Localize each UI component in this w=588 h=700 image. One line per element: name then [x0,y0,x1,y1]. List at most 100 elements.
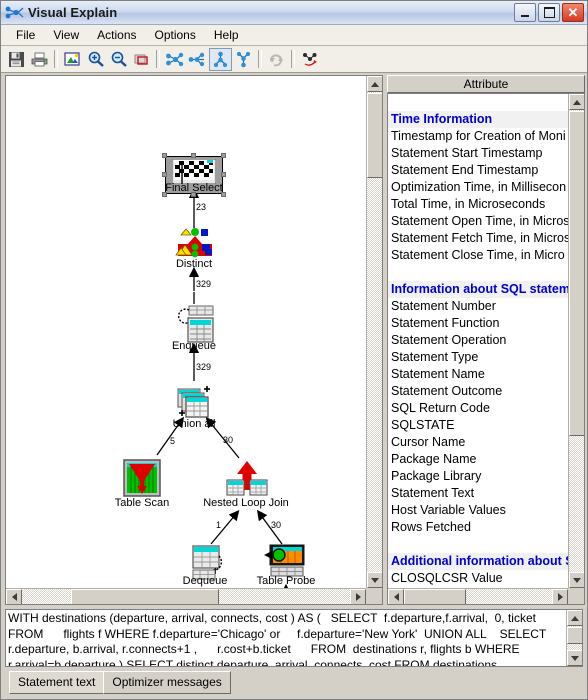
scroll-up-button[interactable] [367,76,382,92]
statement-text-panel[interactable]: WITH destinations (departure, arrival, c… [5,609,583,667]
list-item[interactable]: Timestamp for Creation of Moni [388,128,568,145]
close-icon: ✕ [567,5,579,20]
graph-vertical-scrollbar[interactable] [366,76,382,588]
resize-handle-e[interactable] [221,172,226,177]
list-item[interactable]: Optimization Time, in Millisecon [388,179,568,196]
toolbar-separator [54,50,58,68]
minimize-button[interactable] [514,3,536,22]
scroll-down-button[interactable] [367,572,382,588]
menu-item-help[interactable]: Help [205,26,248,44]
list-item[interactable]: SQLSTATE [388,417,568,434]
print-icon[interactable] [28,48,51,71]
scroll-up-button[interactable] [567,610,582,626]
list-item[interactable]: Total Time, in Microseconds [388,196,568,213]
resize-handle-s[interactable] [191,192,196,197]
list-item[interactable]: Statement Open Time, in Micros [388,213,568,230]
maximize-button[interactable] [538,3,560,22]
highlight-path-icon[interactable] [298,48,321,71]
scrollbar-corner [568,588,584,604]
statement-vertical-scroll-thumb[interactable] [567,627,582,644]
edge-label-tablescan-to-unionall: 5 [170,436,176,446]
scroll-up-button[interactable] [569,94,584,110]
list-item[interactable]: Statement Fetch Time, in Micros [388,230,568,247]
menu-item-options[interactable]: Options [146,26,205,44]
graph-horizontal-scroll-thumb[interactable] [71,589,219,604]
attribute-panel: Attribute Time Information Timestamp for… [387,75,585,605]
resize-handle-sw[interactable] [162,192,167,197]
graph-layout-horizontal-icon[interactable] [186,48,209,71]
graph-horizontal-scrollbar[interactable] [6,588,366,604]
edge-label-tableprobe-to-nestedloopjoin: 30 [271,520,282,530]
app-icon [5,5,25,21]
scroll-down-button[interactable] [569,572,584,588]
graph-layout-inverted-tree-icon[interactable] [232,48,255,71]
scroll-right-button[interactable] [552,589,568,604]
menu-item-view[interactable]: View [44,26,88,44]
table-scan-icon[interactable] [123,459,161,502]
list-item[interactable]: Statement Outcome [388,383,568,400]
list-item[interactable]: Package Library [388,468,568,485]
resize-handle-n[interactable] [191,153,196,158]
graph-layout-tree-icon[interactable] [209,47,232,71]
scrollbar-corner [366,588,382,604]
list-item[interactable]: Cursor Name [388,434,568,451]
attribute-list-wrapper[interactable]: Time Information Timestamp for Creation … [387,93,585,605]
list-item[interactable]: Statement Name [388,366,568,383]
visual-explain-window: Visual Explain ✕ File View Actions Optio… [0,0,588,700]
attribute-group-additional-information[interactable]: Additional information about S [388,553,568,570]
tab-optimizer-messages[interactable]: Optimizer messages [103,671,231,694]
resize-handle-ne[interactable] [221,153,226,158]
list-item[interactable]: Statement Operation [388,332,568,349]
edge-label-unionall-to-enqueue: 329 [196,362,212,372]
list-spacer [388,264,568,281]
menu-item-actions[interactable]: Actions [88,26,145,44]
list-item[interactable]: SQL Return Code [388,400,568,417]
graph-canvas[interactable]: 23 329 329 5 30 1 30 2 [6,76,368,590]
attribute-vertical-scroll-thumb[interactable] [569,111,584,436]
close-button[interactable]: ✕ [562,3,584,22]
list-item[interactable]: Statement Text [388,485,568,502]
resize-handle-se[interactable] [221,192,226,197]
graph-panel[interactable]: 23 329 329 5 30 1 30 2 [5,75,383,605]
attribute-list[interactable]: Time Information Timestamp for Creation … [388,94,568,588]
list-item[interactable]: Host Variable Values [388,502,568,519]
edge-label-dequeue-to-nestedloopjoin: 1 [216,520,222,530]
scroll-right-button[interactable] [350,589,366,604]
attribute-horizontal-scrollbar[interactable] [388,588,568,604]
bottom-tab-strip: Statement text Optimizer messages [5,669,583,697]
actual-size-icon[interactable] [130,48,153,71]
list-item[interactable]: CLOSQLCSR Value [388,570,568,587]
list-item[interactable]: Statement End Timestamp [388,162,568,179]
scroll-down-button[interactable] [567,650,582,666]
resize-handle-w[interactable] [162,172,167,177]
fit-to-window-icon[interactable] [61,48,84,71]
attribute-vertical-scrollbar[interactable] [568,94,584,588]
graph-vertical-scroll-thumb[interactable] [367,93,382,178]
attribute-column-header[interactable]: Attribute [387,75,585,93]
toolbar [1,46,587,73]
tab-statement-text[interactable]: Statement text [9,671,105,694]
statement-text[interactable]: WITH destinations (departure, arrival, c… [8,611,565,666]
save-icon[interactable] [5,48,28,71]
scroll-left-button[interactable] [388,589,404,604]
statement-vertical-scrollbar[interactable] [566,610,582,666]
list-item[interactable]: Statement Number [388,298,568,315]
list-item[interactable]: Statement Start Timestamp [388,145,568,162]
edge-label-nestedloopjoin-to-unionall: 30 [223,435,234,445]
resize-handle-nw[interactable] [162,153,167,158]
node-label-union-all: Union all [172,418,216,430]
refresh-icon[interactable] [265,48,288,71]
list-item[interactable]: Statement Type [388,349,568,366]
list-item[interactable]: Statement Close Time, in Micro [388,247,568,264]
zoom-out-icon[interactable] [107,48,130,71]
scroll-left-button[interactable] [6,589,22,604]
list-item[interactable]: Statement Function [388,315,568,332]
zoom-in-icon[interactable] [84,48,107,71]
attribute-group-time-information[interactable]: Time Information [388,111,568,128]
attribute-group-sql-statement[interactable]: Information about SQL stateme [388,281,568,298]
attribute-horizontal-scroll-thumb[interactable] [404,589,466,604]
list-item[interactable]: Package Name [388,451,568,468]
menu-item-file[interactable]: File [7,26,44,44]
graph-layout-compact-icon[interactable] [163,48,186,71]
list-item[interactable]: Rows Fetched [388,519,568,536]
